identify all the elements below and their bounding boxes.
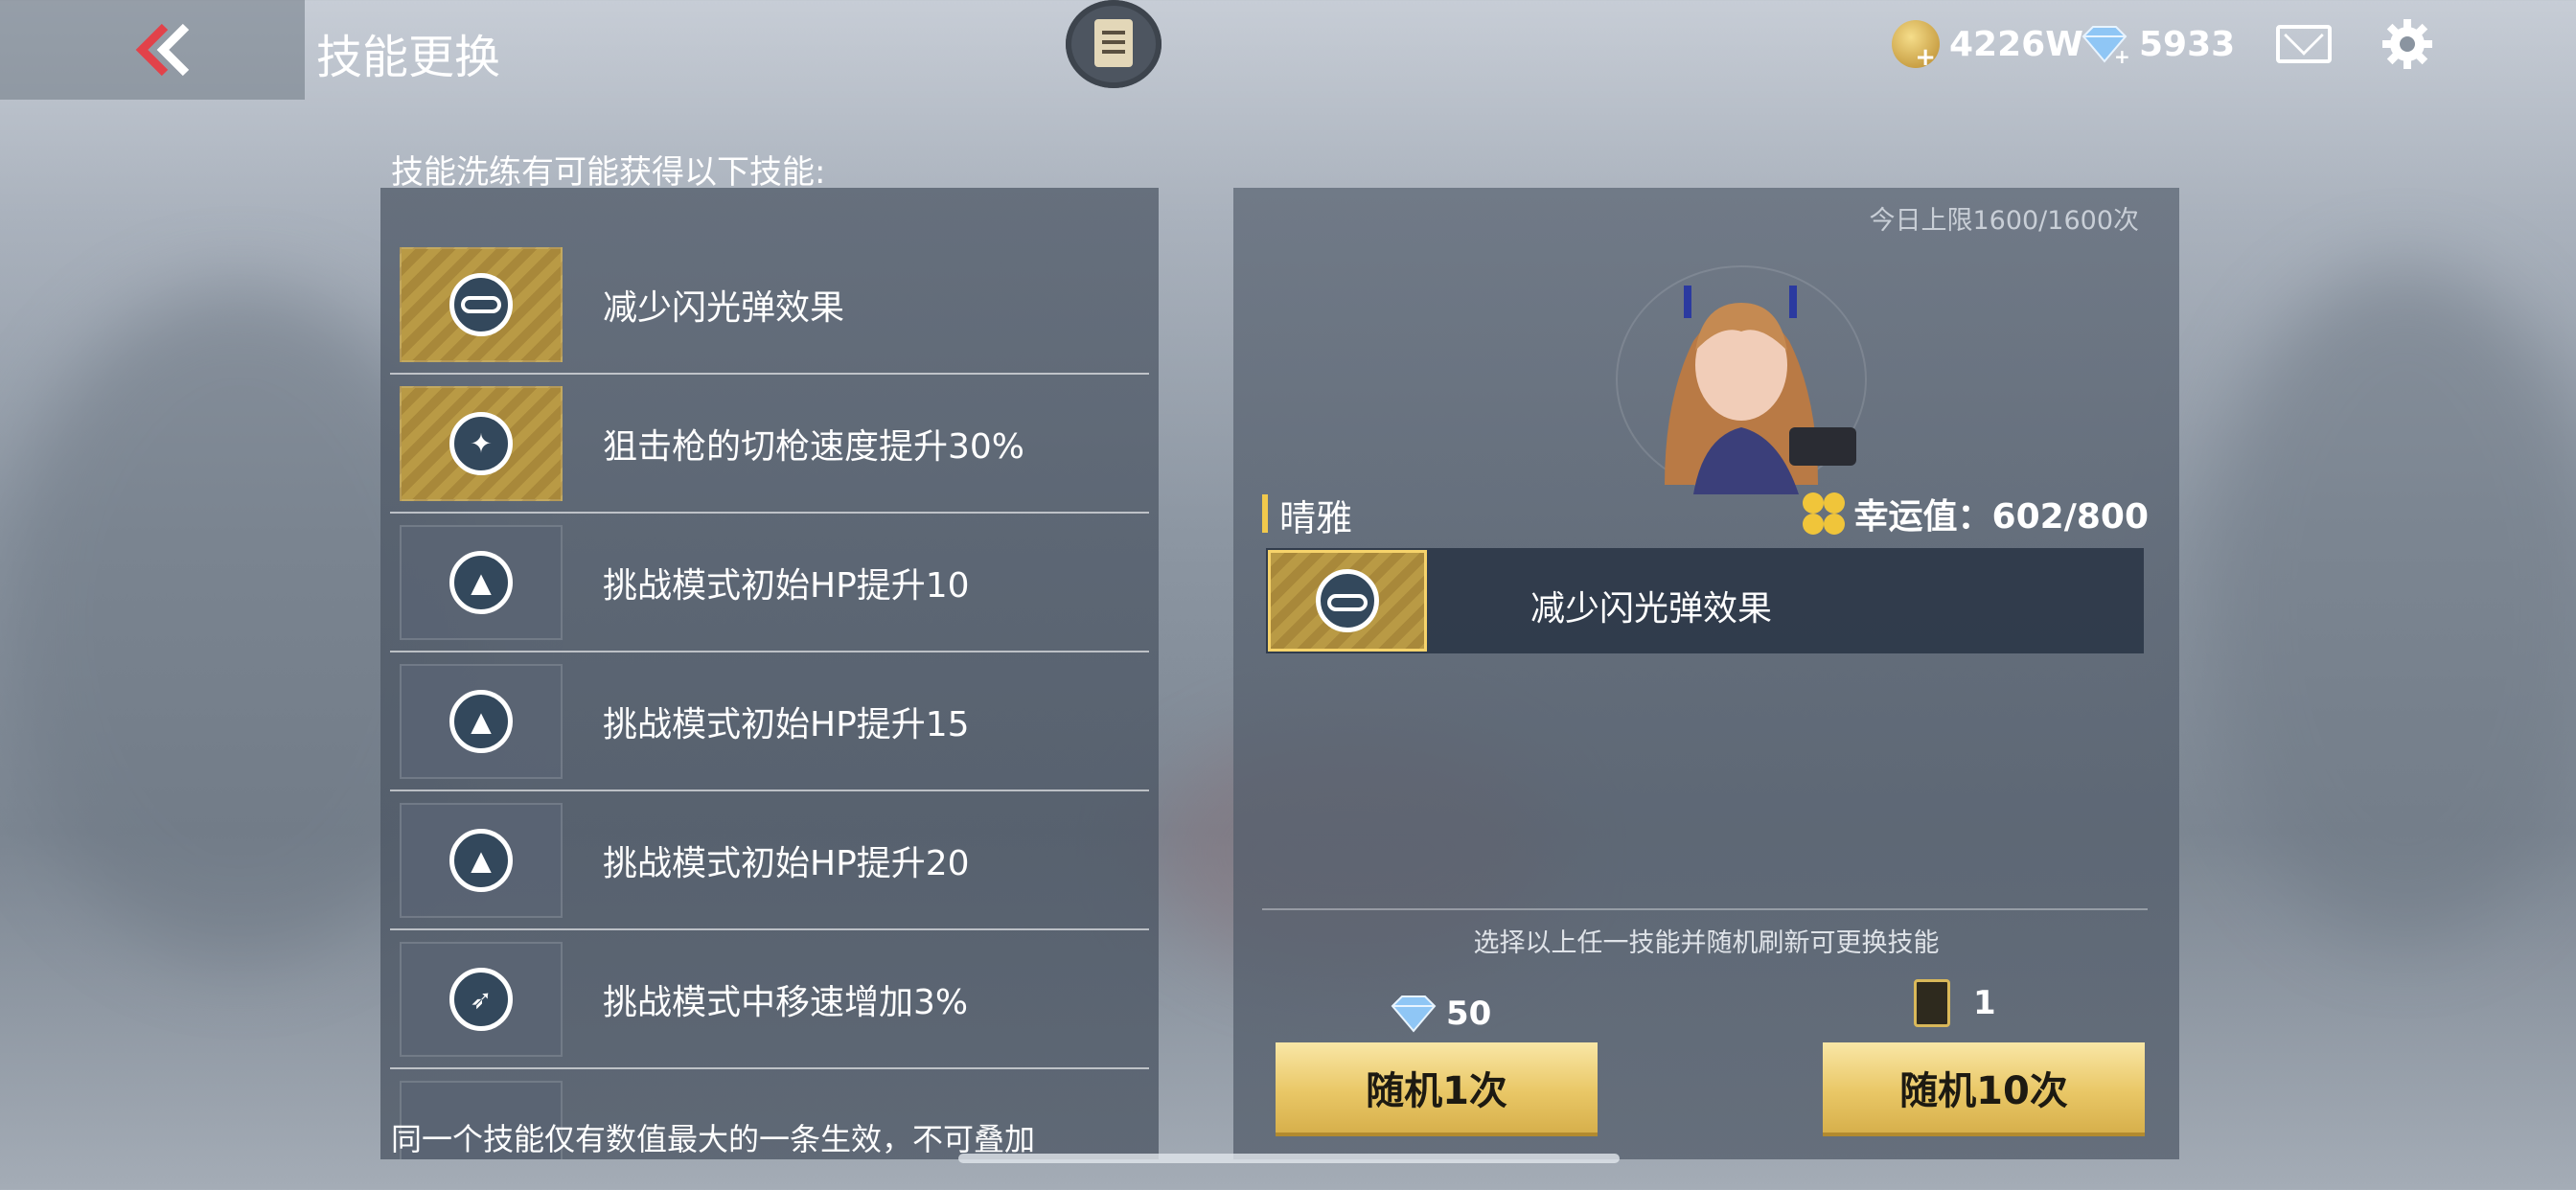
back-chevron-icon — [135, 23, 190, 77]
luck-value: 幸运值：602/800 — [1802, 489, 2149, 538]
home-indicator — [958, 1154, 1620, 1163]
document-icon — [1094, 19, 1133, 67]
skill-label: 挑战模式中移速增加3% — [603, 983, 969, 1022]
cost-tickets-amount: 1 — [1973, 984, 1996, 1022]
svg-text:+: + — [2114, 45, 2130, 65]
running-man-glyph: ➶ — [470, 983, 493, 1016]
current-skill-label: 减少闪光弹效果 — [1530, 589, 1773, 629]
skill-label: 减少闪光弹效果 — [603, 288, 845, 328]
daily-limit: 今日上限1600/1600次 — [1869, 206, 2139, 236]
character-name: 晴雅 — [1279, 497, 1353, 539]
character-portrait — [1616, 265, 1867, 494]
luck-label: 幸运值：602/800 — [1853, 497, 2149, 537]
gear-icon[interactable] — [2380, 17, 2434, 71]
random-ten-button[interactable]: 随机10次 — [1823, 1042, 2145, 1136]
current-skill-slot[interactable]: 减少闪光弹效果 — [1266, 548, 2144, 653]
skill-row: ✦ 狙击枪的切枪速度提升30% — [390, 373, 1149, 514]
skill-icon-frame — [400, 247, 563, 362]
skill-row: ▲ 挑战模式初始HP提升15 — [390, 651, 1149, 791]
skill-list-panel[interactable]: 减少闪光弹效果 ✦ 狙击枪的切枪速度提升30% ▲ 挑战模式初始HP提升10 ▲… — [380, 188, 1159, 1159]
page-title: 技能更换 — [316, 31, 501, 84]
skill-row: ➶ 挑战模式中移速增加3% — [390, 928, 1149, 1069]
divider — [1262, 908, 2148, 910]
coin-amount: 4226W — [1949, 24, 2083, 64]
skill-label: 挑战模式初始HP提升15 — [603, 705, 970, 744]
skill-refresh-panel: 今日上限1600/1600次 晴雅 幸运值：602/800 减少闪光弹效果 选择… — [1233, 188, 2179, 1159]
diamond-icon — [1391, 995, 1437, 1033]
triangle-emblem-glyph: ▲ — [471, 844, 492, 877]
skill-icon-frame: ▲ — [400, 525, 563, 640]
skills-footnote: 同一个技能仅有数值最大的一条生效，不可叠加 — [391, 1121, 1036, 1157]
refresh-hint: 选择以上任一技能并随机刷新可更换技能 — [1473, 928, 1940, 958]
current-skill-icon-frame — [1268, 550, 1427, 652]
cost-gems-amount: 50 — [1446, 995, 1492, 1033]
sniper-emblem-glyph: ✦ — [470, 427, 493, 460]
skill-row: 减少闪光弹效果 — [390, 234, 1149, 375]
gem-balance[interactable]: + 5933 — [2078, 13, 2235, 75]
name-accent-bar — [1262, 494, 1268, 533]
skill-icon-frame: ▲ — [400, 803, 563, 918]
clover-icon — [1802, 492, 1845, 535]
skill-icon-frame: ➶ — [400, 942, 563, 1057]
skills-caption: 技能洗练有可能获得以下技能: — [391, 153, 826, 192]
random-once-button[interactable]: 随机1次 — [1276, 1042, 1598, 1136]
cost-tickets: 1 — [1914, 979, 1996, 1027]
triangle-emblem-glyph: ▲ — [471, 566, 492, 599]
cost-gems: 50 — [1387, 993, 1491, 1035]
mail-icon[interactable] — [2276, 25, 2332, 63]
notes-button[interactable] — [1066, 0, 1162, 88]
coin-balance[interactable]: 4226W — [1892, 13, 2083, 75]
skill-icon-frame: ▲ — [400, 664, 563, 779]
back-button[interactable] — [0, 0, 305, 100]
skill-label: 挑战模式初始HP提升10 — [603, 566, 970, 606]
diamond-icon: + — [2082, 26, 2130, 65]
gem-amount: 5933 — [2139, 24, 2236, 64]
ticket-icon — [1914, 979, 1950, 1027]
background-building — [2204, 268, 2576, 939]
skill-row: ▲ 挑战模式初始HP提升20 — [390, 790, 1149, 930]
gold-coin-icon — [1892, 20, 1940, 72]
skill-row: ▲ 挑战模式初始HP提升10 — [390, 512, 1149, 652]
skill-label: 挑战模式初始HP提升20 — [603, 844, 970, 883]
skill-icon-frame: ✦ — [400, 386, 563, 501]
triangle-emblem-glyph: ▲ — [471, 705, 492, 738]
skill-label: 狙击枪的切枪速度提升30% — [603, 427, 1025, 467]
